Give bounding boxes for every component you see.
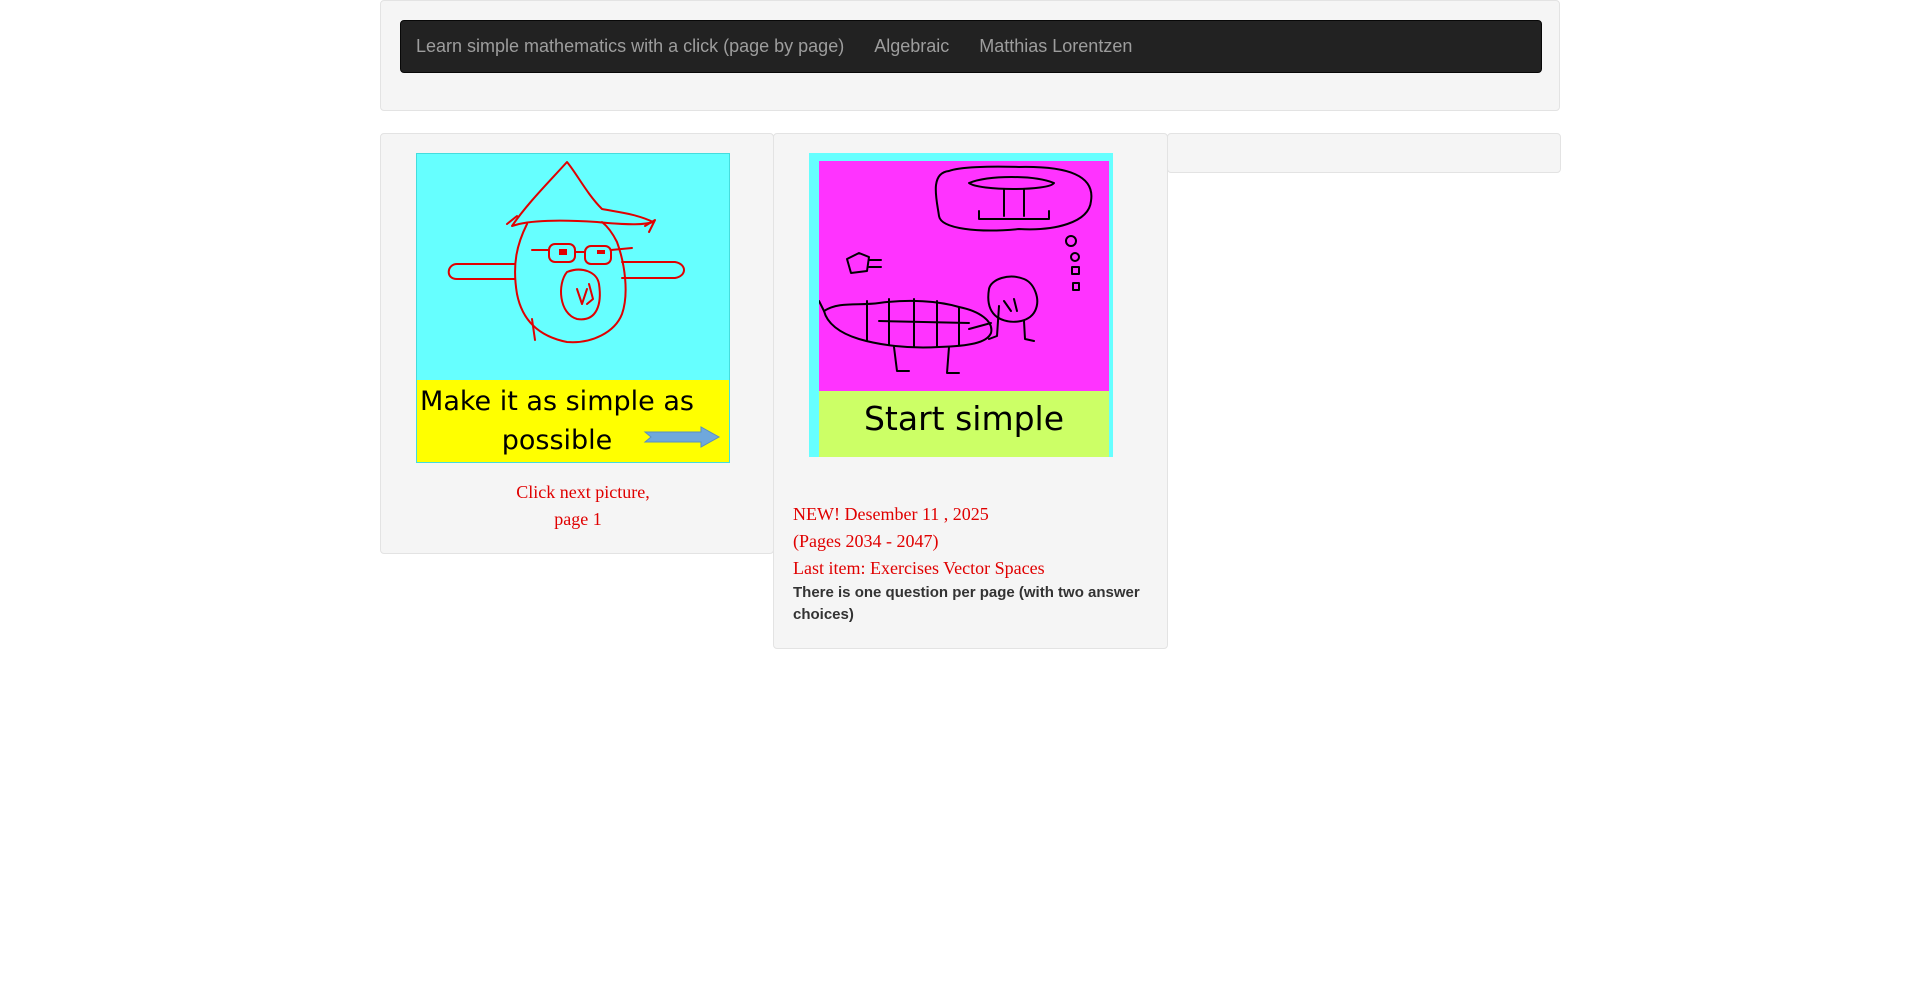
image-caption: Start simple math	[863, 399, 1065, 457]
news-last-item: Last item: Exercises Vector Spaces	[793, 558, 1045, 578]
click-instructions: Click next picture, page 1	[381, 479, 775, 533]
news-pages: (Pages 2034 - 2047)	[793, 531, 939, 551]
dinosaur-drawing	[819, 165, 1093, 374]
image-caption: Make it as simple as possible	[420, 386, 694, 456]
left-panel: Make it as simple as possible Click next…	[380, 133, 774, 554]
wizard-drawing	[447, 161, 685, 344]
middle-panel: Start simple math NEW! Desember 11 , 202…	[773, 133, 1168, 649]
header-well: Learn simple mathematics with a click (p…	[380, 0, 1560, 111]
nav-link-algebraic[interactable]: Algebraic	[859, 36, 964, 57]
arrow-right-icon	[643, 426, 721, 448]
top-navbar: Learn simple mathematics with a click (p…	[400, 20, 1542, 73]
nav-brand-link[interactable]: Learn simple mathematics with a click (p…	[401, 36, 859, 57]
page-number-text: page 1	[554, 509, 602, 529]
nav-link-author[interactable]: Matthias Lorentzen	[964, 36, 1147, 57]
right-panel	[1167, 133, 1561, 173]
next-picture-image[interactable]: Make it as simple as possible	[416, 153, 730, 463]
news-date: NEW! Desember 11 , 2025	[793, 504, 989, 524]
news-description: There is one question per page (with two…	[793, 584, 1140, 623]
start-math-image[interactable]: Start simple math	[809, 153, 1113, 457]
news-section: NEW! Desember 11 , 2025 (Pages 2034 - 20…	[793, 501, 1153, 626]
click-next-text: Click next picture,	[516, 482, 650, 502]
